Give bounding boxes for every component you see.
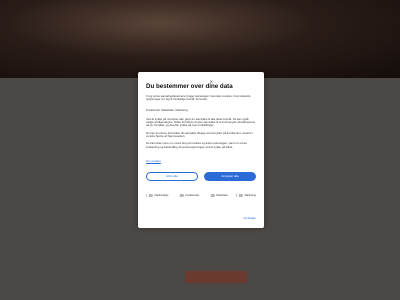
toggle-functional[interactable]: Funktionelle <box>176 193 200 198</box>
dialog-title: Du bestemmer over dine data <box>146 83 233 90</box>
cookie-consent-dialog: ✕ Du bestemmer over dine data Vi og vore… <box>138 72 264 228</box>
hero-image <box>0 0 400 78</box>
accept-all-button[interactable]: Accepter alle <box>204 171 256 181</box>
page-cta-button[interactable] <box>185 271 247 283</box>
toggle-marketing[interactable]: Marketing <box>236 193 256 198</box>
consent-button-row: Afvis alle Accepter alle <box>146 171 256 181</box>
toggle-label: Nødvendige <box>154 194 169 198</box>
toggle-label: Statistiske <box>216 194 228 198</box>
toggle-label: Funktionelle <box>185 194 200 198</box>
consent-toggle-row: Nødvendige Funktionelle Statistiske Mark… <box>146 193 256 198</box>
close-icon[interactable]: ✕ <box>210 79 213 84</box>
toggle-label: Marketing <box>244 194 256 198</box>
deny-all-button[interactable]: Afvis alle <box>146 171 198 181</box>
toggle-switch[interactable] <box>176 193 184 198</box>
read-more-link[interactable]: Om cookies <box>146 159 161 163</box>
toggle-switch[interactable] <box>207 193 215 198</box>
show-details-link[interactable]: Vis detaljer <box>243 217 256 220</box>
toggle-switch[interactable] <box>146 193 153 198</box>
toggle-switch[interactable] <box>236 193 244 198</box>
dialog-intro-text: Vi og vores samarbejdspartnere bruger te… <box>146 94 251 102</box>
dialog-body-text-3: Du kan læse mere om vores brug af cookie… <box>146 141 247 149</box>
toggle-necessary[interactable]: Nødvendige <box>146 193 169 198</box>
dialog-body-text: Ved at trykke på 'Accepter alle' giver d… <box>146 116 256 128</box>
consent-categories-text: Funktionelt, Statistiske, Marketing <box>146 107 188 112</box>
dialog-body-text-2: Du kan til enhver tid trække dit samtykk… <box>146 130 253 138</box>
toggle-statistics[interactable]: Statistiske <box>207 193 228 198</box>
